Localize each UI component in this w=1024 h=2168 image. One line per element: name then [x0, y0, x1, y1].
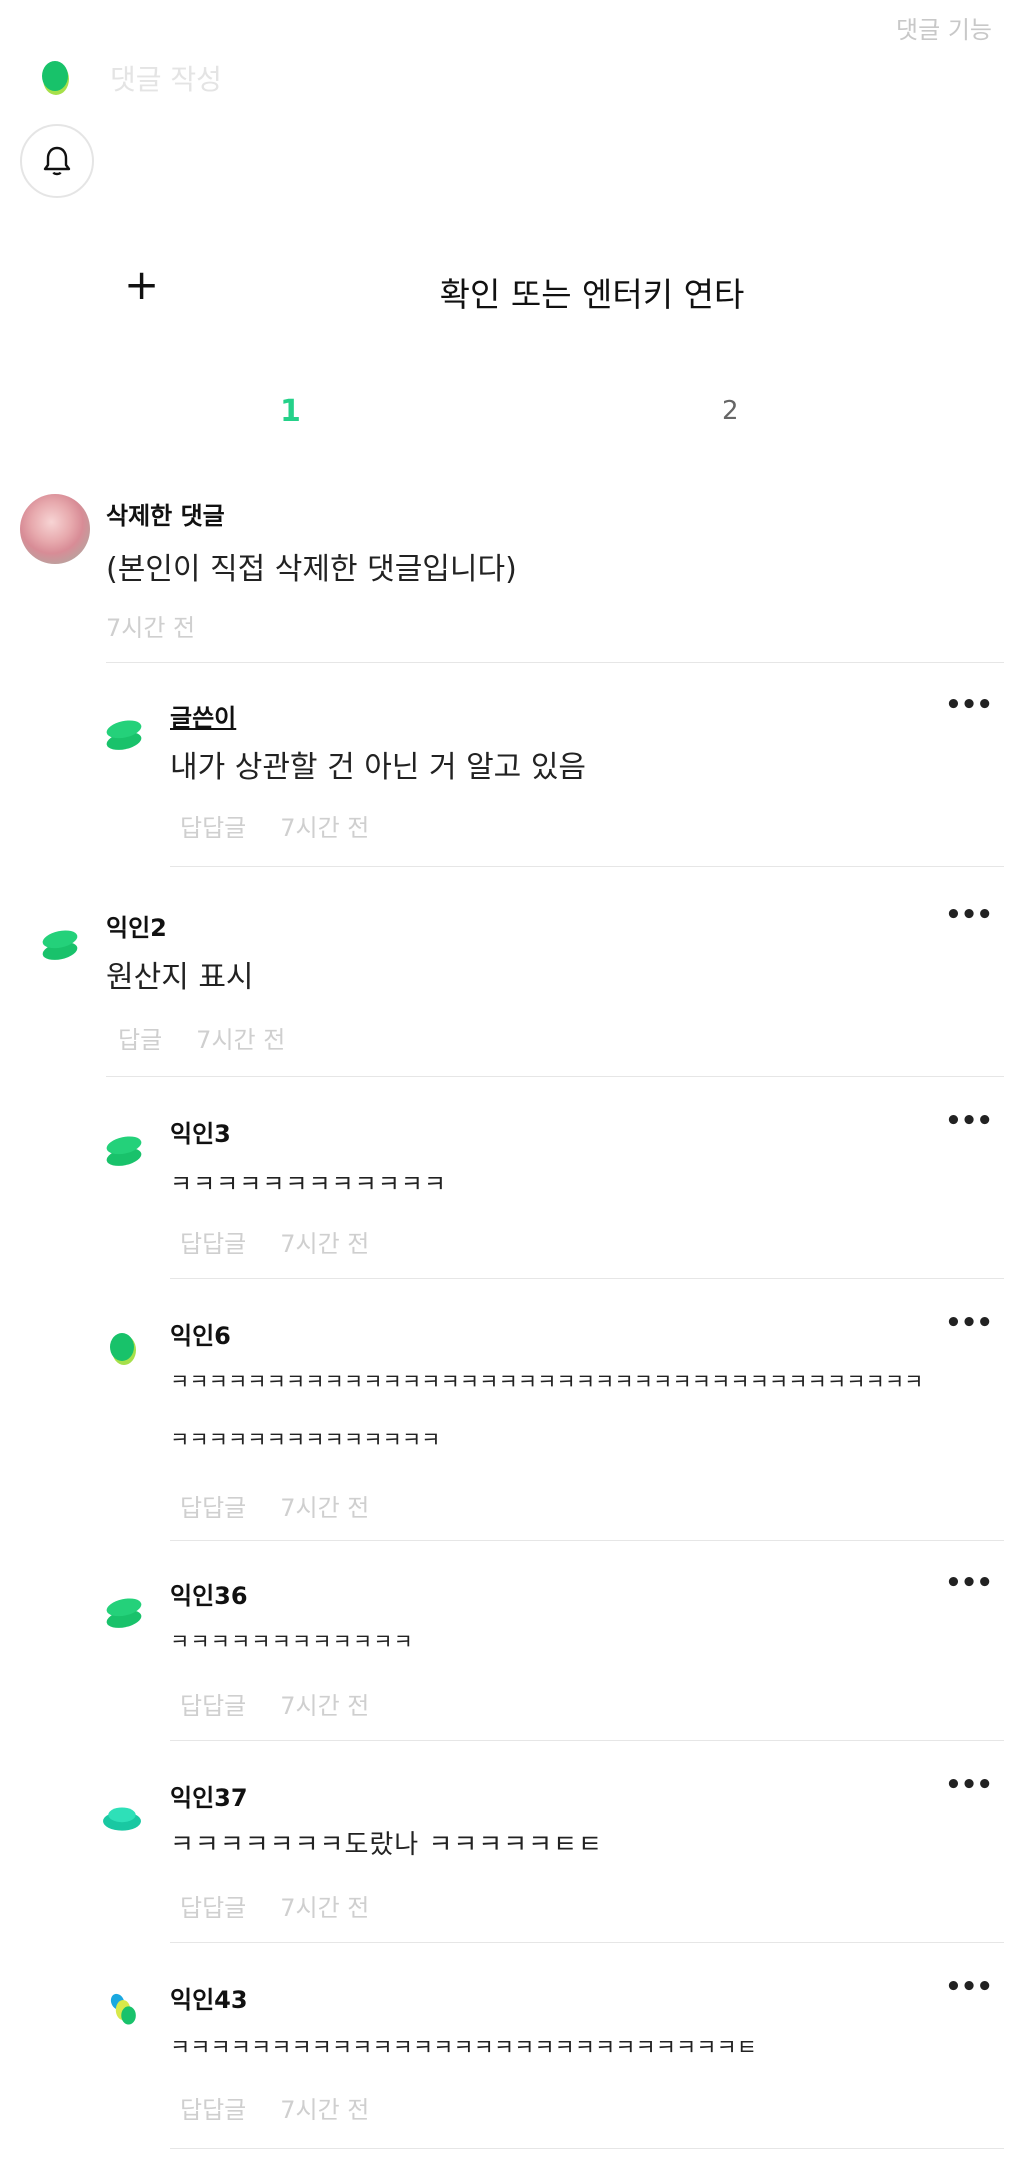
green-stack-icon — [106, 1136, 142, 1166]
reply-button[interactable]: 답답글 — [180, 1686, 246, 1721]
green-stack-icon — [106, 720, 142, 750]
profile-photo-avatar — [20, 494, 90, 564]
comment-text: ㅋㅋㅋㅋㅋㅋㅋㅋㅋㅋㅋㅋ — [170, 1170, 447, 1198]
comment-time: 7시간 전 — [280, 814, 370, 842]
comment-meta: 답답글 7시간 전 — [180, 1888, 369, 1923]
reply-item: 익인36 ••• ㅋㅋㅋㅋㅋㅋㅋㅋㅋㅋㅋㅋ 답답글 7시간 전 — [0, 1568, 1024, 1748]
comment-author[interactable]: 글쓴이 — [170, 698, 236, 733]
comment-meta: 답답글 7시간 전 — [180, 808, 369, 843]
divider — [170, 2148, 1004, 2149]
notification-button[interactable] — [20, 124, 94, 198]
multicolor-blob-icon — [110, 1993, 136, 2025]
divider — [106, 662, 1004, 663]
reply-button[interactable]: 답답글 — [180, 808, 246, 843]
comment-author: 익인37 — [170, 1784, 248, 1812]
comment-text-line-1: ㅋㅋㅋㅋㅋㅋㅋㅋㅋㅋㅋㅋㅋㅋㅋㅋㅋㅋㅋㅋㅋㅋㅋㅋㅋㅋㅋㅋㅋㅋㅋㅋㅋㅋㅋㅋㅋㅋㅋ — [170, 1370, 924, 1394]
comment-author: 익인2 — [106, 914, 167, 942]
comment-author: 익인3 — [170, 1120, 231, 1148]
more-options-button[interactable]: ••• — [945, 900, 993, 930]
reply-item: 익인3 ••• ㅋㅋㅋㅋㅋㅋㅋㅋㅋㅋㅋㅋ 답답글 7시간 전 — [0, 1106, 1024, 1286]
page-2-link[interactable]: 2 — [722, 396, 739, 426]
comment-author: 익인36 — [170, 1582, 248, 1610]
divider — [106, 1076, 1004, 1077]
comment-time: 7시간 전 — [280, 1230, 370, 1258]
comment-meta: 답답글 7시간 전 — [180, 2090, 369, 2125]
reply-button[interactable]: 답답글 — [180, 2090, 246, 2125]
comment-time: 7시간 전 — [196, 1026, 286, 1054]
bell-icon — [43, 146, 71, 176]
reply-button[interactable]: 답답글 — [180, 1224, 246, 1259]
comment-text: ㅋㅋㅋㅋㅋㅋㅋㅋㅋㅋㅋㅋㅋㅋㅋㅋㅋㅋㅋㅋㅋㅋㅋㅋㅋㅋㅋㅋㅌ — [170, 2036, 757, 2061]
comment-text: 원산지 표시 — [106, 960, 254, 995]
reply-button[interactable]: 답답글 — [180, 1888, 246, 1923]
reply-item: 익인37 ••• ㅋㅋㅋㅋㅋㅋㅋ도랐나 ㅋㅋㅋㅋㅋㅌㅌ 답답글 7시간 전 — [0, 1770, 1024, 1950]
comment-input[interactable]: 댓글 작성 — [110, 58, 222, 98]
comment-time: 7시간 전 — [280, 1494, 370, 1522]
reply-item: 익인43 ••• ㅋㅋㅋㅋㅋㅋㅋㅋㅋㅋㅋㅋㅋㅋㅋㅋㅋㅋㅋㅋㅋㅋㅋㅋㅋㅋㅋㅋㅌ 답… — [0, 1972, 1024, 2152]
comment-meta: 답답글 7시간 전 — [180, 1488, 369, 1523]
comment-text: ㅋㅋㅋㅋㅋㅋㅋㅋㅋㅋㅋㅋ — [170, 1630, 414, 1654]
divider — [170, 1540, 1004, 1541]
comment-meta: 7시간 전 — [106, 608, 195, 643]
teal-disc-icon — [103, 1807, 141, 1831]
comment-author: 익인6 — [170, 1322, 231, 1350]
green-stack-icon — [42, 930, 78, 960]
reply-item: 글쓴이 ••• 내가 상관할 건 아닌 거 알고 있음 답답글 7시간 전 — [0, 690, 1024, 870]
comment-item: 익인2 ••• 원산지 표시 답글 7시간 전 — [0, 900, 1024, 1080]
more-options-button[interactable]: ••• — [945, 1770, 993, 1800]
comment-time: 7시간 전 — [280, 2096, 370, 2124]
page-1-link[interactable]: 1 — [280, 394, 301, 429]
more-options-button[interactable]: ••• — [945, 1972, 993, 2002]
divider — [170, 1942, 1004, 1943]
divider — [170, 1278, 1004, 1279]
more-options-button[interactable]: ••• — [945, 690, 993, 720]
composer-hint: 확인 또는 엔터키 연타 — [439, 275, 745, 314]
reply-item: 익인6 ••• ㅋㅋㅋㅋㅋㅋㅋㅋㅋㅋㅋㅋㅋㅋㅋㅋㅋㅋㅋㅋㅋㅋㅋㅋㅋㅋㅋㅋㅋㅋㅋㅋ… — [0, 1308, 1024, 1548]
divider — [170, 866, 1004, 867]
comment-feature-link[interactable]: 댓글 기능 — [896, 10, 992, 45]
comment-time: 7시간 전 — [280, 1894, 370, 1922]
comment-text: ㅋㅋㅋㅋㅋㅋㅋ도랐나 ㅋㅋㅋㅋㅋㅌㅌ — [170, 1830, 603, 1860]
reply-button[interactable]: 답글 — [118, 1020, 162, 1055]
comment-author: 익인43 — [170, 1986, 248, 2014]
user-avatar-icon — [42, 61, 69, 95]
comment-text: (본인이 직접 삭제한 댓글입니다) — [106, 552, 517, 587]
more-options-button[interactable]: ••• — [945, 1106, 993, 1136]
divider — [170, 1740, 1004, 1741]
comment-input-row[interactable]: 댓글 작성 — [40, 58, 222, 98]
comment-text: 내가 상관할 건 아닌 거 알고 있음 — [170, 750, 587, 785]
reply-button[interactable]: 답답글 — [180, 1488, 246, 1523]
comment-meta: 답답글 7시간 전 — [180, 1686, 369, 1721]
more-options-button[interactable]: ••• — [945, 1308, 993, 1338]
comment-text-line-2: ㅋㅋㅋㅋㅋㅋㅋㅋㅋㅋㅋㅋㅋㅋ — [170, 1428, 441, 1452]
comment-item: 삭제한 댓글 (본인이 직접 삭제한 댓글입니다) 7시간 전 — [0, 490, 1024, 670]
comment-time: 7시간 전 — [106, 614, 196, 642]
comment-meta: 답글 7시간 전 — [118, 1020, 285, 1055]
comment-meta: 답답글 7시간 전 — [180, 1224, 369, 1259]
green-blob-icon — [110, 1333, 136, 1365]
green-stack-icon — [106, 1598, 142, 1628]
comment-author: 삭제한 댓글 — [106, 502, 225, 530]
more-options-button[interactable]: ••• — [945, 1568, 993, 1598]
comment-time: 7시간 전 — [280, 1692, 370, 1720]
